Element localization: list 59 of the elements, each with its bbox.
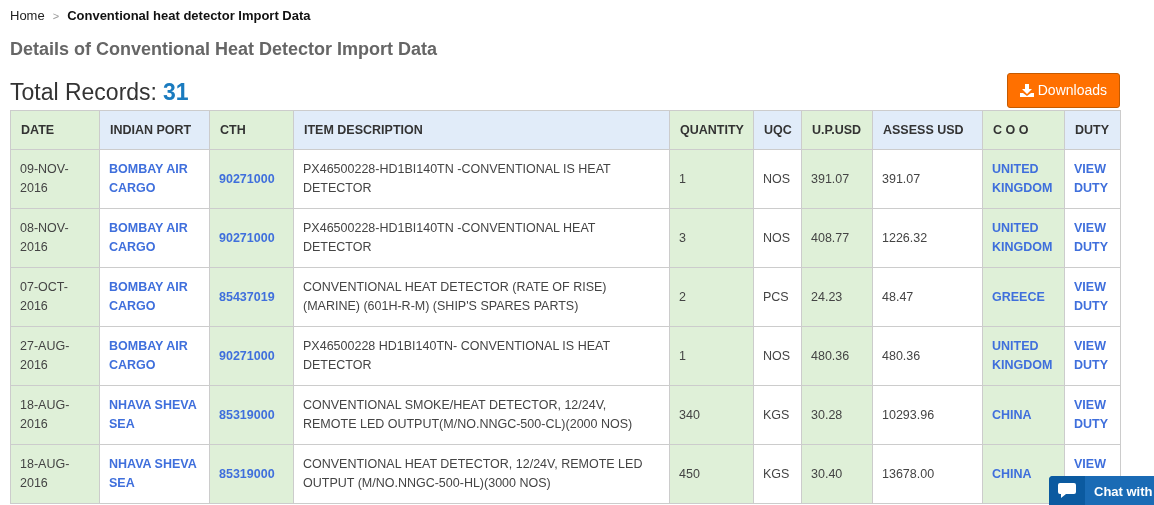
column-header: C O O: [982, 110, 1065, 150]
table-cell: 391.07: [801, 149, 873, 209]
total-records-count: 31: [163, 77, 189, 107]
table-cell: 24.23: [801, 267, 873, 327]
table-cell: 391.07: [872, 149, 983, 209]
table-cell: 1226.32: [872, 208, 983, 268]
table-link[interactable]: VIEW: [1074, 455, 1106, 474]
table-cell: 09-NOV-2016: [10, 149, 100, 209]
column-header: UQC: [753, 110, 802, 150]
column-header: DUTY: [1064, 110, 1121, 150]
table-cell: 10293.96: [872, 385, 983, 445]
download-icon: [1019, 84, 1034, 97]
breadcrumb-separator: >: [52, 8, 60, 24]
chat-widget[interactable]: Chat with: [1049, 476, 1154, 505]
table-cell: PCS: [753, 267, 802, 327]
table-cell: 408.77: [801, 208, 873, 268]
table-cell: 1: [669, 149, 754, 209]
table-cell: KGS: [753, 444, 802, 504]
table-cell: NOS: [753, 326, 802, 386]
table-cell: 1: [669, 326, 754, 386]
table-cell: 30.40: [801, 444, 873, 504]
table-cell: 48.47: [872, 267, 983, 327]
table-cell: PX46500228 HD1BI140TN- CONVENTIONAL IS HEAT DETECTOR: [293, 326, 670, 386]
chat-bubble-icon: [1058, 482, 1076, 499]
column-header: INDIAN PORT: [99, 110, 210, 150]
column-header: QUANTITY: [669, 110, 754, 150]
table-cell: 3: [669, 208, 754, 268]
table-link[interactable]: CHINA: [992, 464, 1032, 484]
table-cell: NOS: [753, 208, 802, 268]
home-link[interactable]: Home: [10, 6, 45, 26]
downloads-button[interactable]: Downloads: [1006, 73, 1120, 108]
table-cell: 27-AUG-2016: [10, 326, 100, 386]
table-cell: 18-AUG-2016: [10, 444, 100, 504]
column-header: ITEM DESCRIPTION: [293, 110, 670, 150]
table-cell: PX46500228-HD1BI140TN -CONVENTIONAL IS HEAT DETECTOR: [293, 149, 670, 209]
table-cell: 13678.00: [872, 444, 983, 504]
table-cell: 30.28: [801, 385, 873, 445]
table-cell: CONVENTIONAL HEAT DETECTOR, 12/24V, REMOTE LED OUTPUT (M/NO.NNGC-500-HL)(3000 NOS): [293, 444, 670, 504]
column-header: CTH: [209, 110, 294, 150]
table-cell: CONVENTIONAL SMOKE/HEAT DETECTOR, 12/24V, REMOTE LED OUTPUT(M/NO.NNGC-500-CL)(2000 NOS): [293, 385, 670, 445]
column-header: U.P.USD: [801, 110, 873, 150]
column-header: DATE: [10, 110, 100, 150]
table-cell: 480.36: [872, 326, 983, 386]
total-records-label: Total Records:: [10, 77, 157, 107]
table-cell: 480.36: [801, 326, 873, 386]
table-cell: CONVENTIONAL HEAT DETECTOR (RATE OF RISE) (MARINE) (601H-R-M) (SHIP'S SPARES PARTS): [293, 267, 670, 327]
table-cell: 450: [669, 444, 754, 504]
table-cell: 07-OCT-2016: [10, 267, 100, 327]
table-cell: KGS: [753, 385, 802, 445]
table-cell: NOS: [753, 149, 802, 209]
breadcrumb-current: Conventional heat detector Import Data: [67, 7, 311, 26]
table-cell: 340: [669, 385, 754, 445]
page-heading: Details of Conventional Heat Detector Import Data: [10, 38, 439, 61]
table-cell: 08-NOV-2016: [10, 208, 100, 268]
table-cell: PX46500228-HD1BI140TN -CONVENTIONAL HEAT DETECTOR: [293, 208, 670, 268]
column-header: ASSESS USD: [872, 110, 983, 150]
table-cell: 18-AUG-2016: [10, 385, 100, 445]
table-cell: 2: [669, 267, 754, 327]
table-link[interactable]: CHINA: [992, 405, 1032, 425]
